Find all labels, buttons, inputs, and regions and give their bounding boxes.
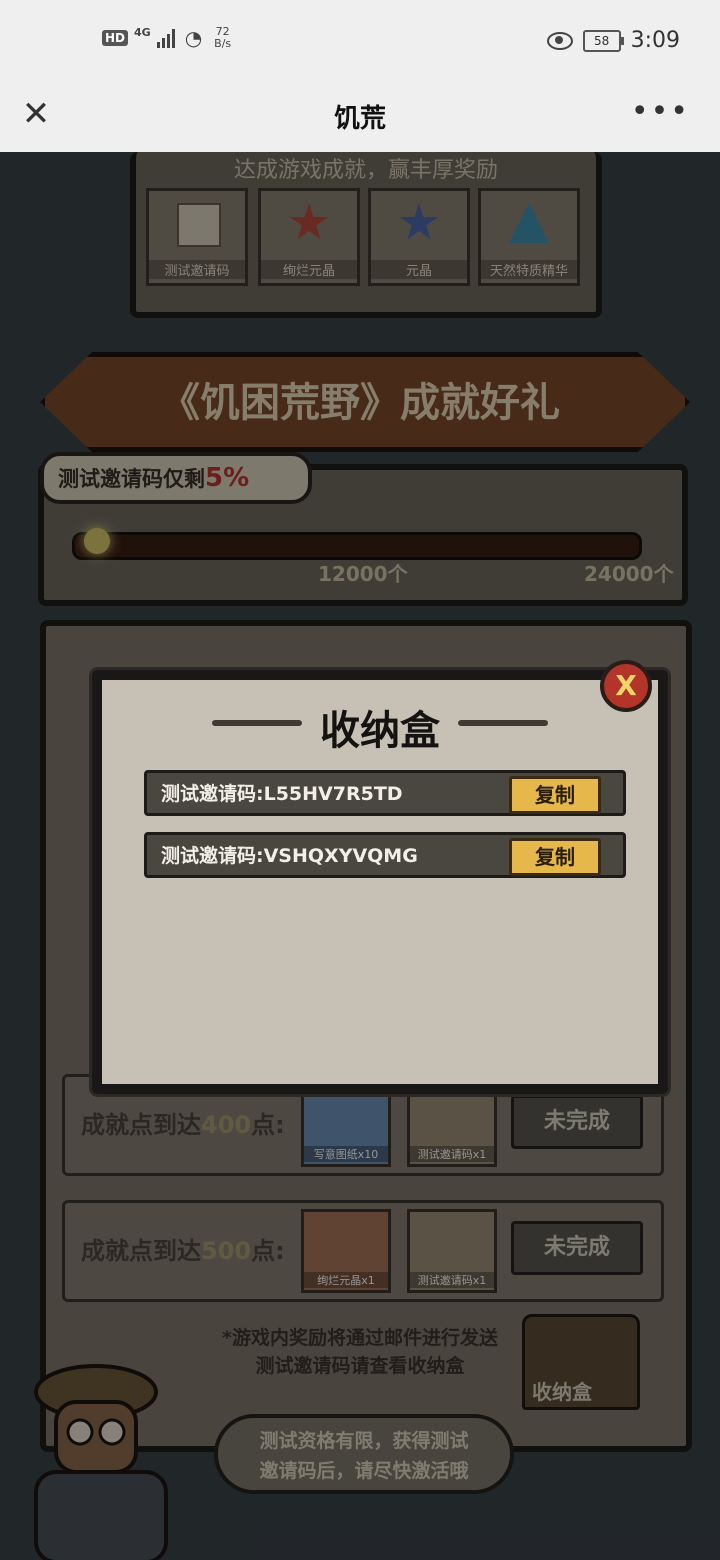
modal-title: 收纳盒: [320, 708, 440, 754]
status-right: 58 3:09: [546, 28, 680, 53]
eye-icon: [546, 31, 573, 50]
net-speed: 72 B/s: [214, 26, 231, 50]
copy-button[interactable]: 复制: [509, 776, 601, 814]
battery-icon: 58: [582, 29, 624, 52]
modal-close-button[interactable]: X: [600, 660, 652, 712]
hd-badge: HD: [102, 30, 129, 46]
page-title: 饥荒: [333, 104, 386, 134]
antler-right-icon: [458, 720, 548, 726]
network-type: 4G: [134, 26, 151, 39]
signal-icon: [156, 28, 175, 48]
storage-box-modal: 收纳盒 测试邀请码:L55HV7R5TD 复制 测试邀请码:VSHQXYVQMG…: [92, 670, 668, 1094]
status-bar: HD 4G ◔ 72 B/s 58 3:09: [0, 0, 720, 80]
invite-code-text: 测试邀请码:VSHQXYVQMG: [161, 845, 418, 867]
status-left: HD 4G ◔ 72 B/s: [102, 26, 231, 50]
invite-code-text: 测试邀请码:L55HV7R5TD: [161, 783, 403, 805]
more-icon[interactable]: •••: [631, 94, 690, 129]
nav-bar: ✕ 饥荒 •••: [0, 80, 720, 152]
invite-code-row: 测试邀请码:VSHQXYVQMG 复制: [144, 832, 626, 878]
invite-code-row: 测试邀请码:L55HV7R5TD 复制: [144, 770, 626, 816]
clock: 3:09: [630, 28, 680, 53]
wifi-icon: ◔: [184, 26, 203, 50]
copy-button[interactable]: 复制: [509, 838, 601, 876]
net-speed-unit: B/s: [214, 37, 232, 50]
